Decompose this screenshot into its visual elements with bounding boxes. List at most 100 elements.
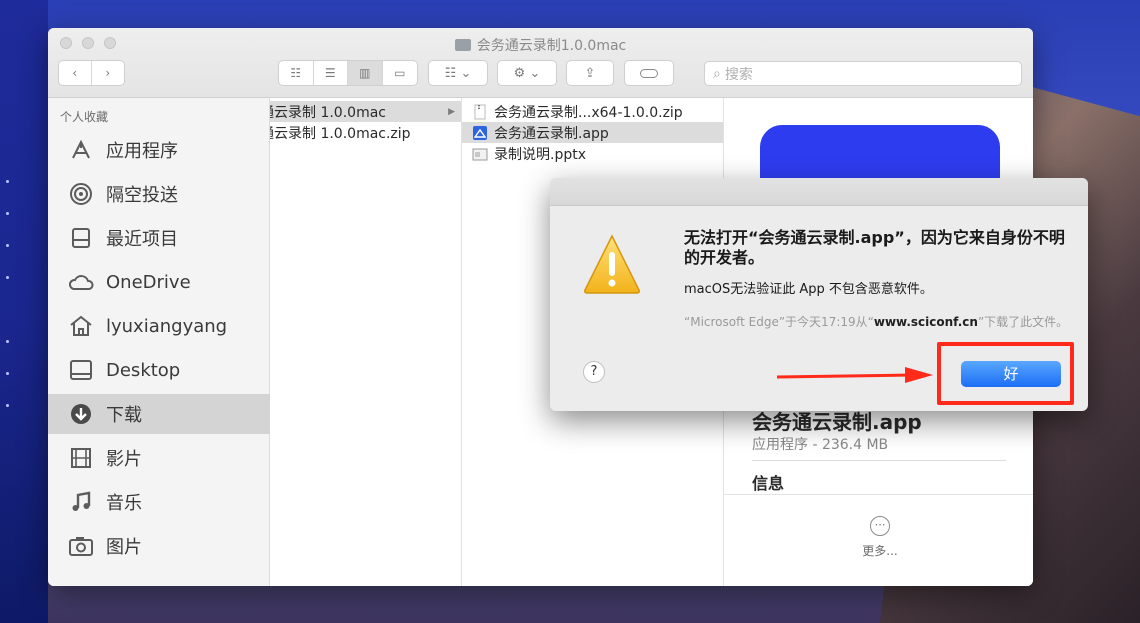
share-icon: ⇪ — [584, 65, 596, 81]
recents-icon — [68, 225, 94, 251]
airdrop-icon — [68, 181, 94, 207]
sidebar-item-label: lyuxiangyang — [106, 315, 228, 337]
ellipsis-icon: ⋯ — [870, 516, 890, 536]
search-icon: ⌕ — [713, 65, 721, 82]
sidebar-item-label: 应用程序 — [106, 141, 178, 162]
search-placeholder: 搜索 — [724, 66, 753, 83]
desktop-icon — [68, 357, 94, 383]
more-button[interactable]: ⋯ 更多... — [860, 516, 900, 562]
group-button[interactable]: ☷ ⌄ — [428, 60, 488, 86]
list-item[interactable]: 会务通云录制...x64-1.0.0.zip — [462, 101, 723, 122]
column-view-button[interactable]: ▥ — [348, 61, 383, 85]
back-forward-group: ‹ › — [58, 60, 125, 86]
alert-source-note: “Microsoft Edge”于今天17:19从“www.sciconf.cn… — [684, 313, 1080, 331]
alert-source-suffix: ”下载了此文件。 — [977, 315, 1069, 329]
finder-toolbar: 会务通云录制1.0.0mac ‹ › ☷ ☰ ▥ ▭ ☷ ⌄ ⚙ ⌄ ⇪ ⌕ 搜… — [48, 28, 1033, 98]
grid-icon: ☷ — [444, 65, 457, 81]
window-title-text: 会务通云录制1.0.0mac — [476, 38, 627, 54]
sidebar: 个人收藏 应用程序 隔空投送 最近项目 OneDrive lyuxiangyan… — [48, 98, 270, 586]
pptx-icon — [472, 148, 488, 160]
sidebar-item-onedrive[interactable]: OneDrive — [48, 262, 270, 302]
sidebar-heading: 个人收藏 — [60, 110, 109, 124]
sidebar-item-label: 图片 — [106, 537, 142, 558]
annotation-arrow — [776, 367, 933, 383]
help-button[interactable]: ? — [583, 361, 605, 383]
chevron-down-icon: ⌄ — [460, 65, 472, 81]
sidebar-item-airdrop[interactable]: 隔空投送 — [48, 174, 270, 214]
sidebar-item-home[interactable]: lyuxiangyang — [48, 306, 270, 346]
annotation-highlight-box — [937, 342, 1074, 405]
browser-column-1: 通云录制 1.0.0mac ▶ 通云录制 1.0.0mac.zip — [270, 98, 462, 586]
list-item-label: 会务通云录制...x64-1.0.0.zip — [494, 104, 683, 121]
desktop-dot — [6, 212, 9, 215]
list-item-label: 通云录制 1.0.0mac.zip — [270, 125, 411, 142]
alert-source-prefix: “Microsoft Edge”于今天17:19从“ — [684, 315, 874, 329]
cloud-icon — [68, 269, 94, 295]
downloads-icon — [68, 401, 94, 427]
tags-button[interactable] — [624, 60, 674, 86]
sidebar-item-label: 音乐 — [106, 493, 142, 514]
movies-icon — [68, 445, 94, 471]
list-view-button[interactable]: ☰ — [314, 61, 348, 85]
chevron-left-icon: ‹ — [72, 66, 78, 80]
list-icon: ☰ — [324, 66, 336, 80]
chevron-down-icon: ⌄ — [529, 65, 541, 81]
zip-icon — [474, 104, 486, 119]
alert-message: macOS无法验证此 App 不包含恶意软件。 — [684, 282, 933, 297]
list-item-label: 录制说明.pptx — [494, 146, 586, 163]
sidebar-item-recents[interactable]: 最近项目 — [48, 218, 270, 258]
list-item[interactable]: 通云录制 1.0.0mac.zip — [270, 122, 461, 143]
alert-source-host: www.sciconf.cn — [873, 315, 978, 329]
preview-file-kind: 应用程序 - 236.4 MB — [752, 437, 889, 453]
sidebar-item-label: 影片 — [106, 449, 142, 470]
sidebar-item-label: 隔空投送 — [106, 185, 178, 206]
gear-icon: ⚙ — [513, 65, 526, 81]
sidebar-item-applications[interactable]: 应用程序 — [48, 130, 270, 170]
sidebar-item-pictures[interactable]: 图片 — [48, 526, 270, 566]
desktop-dot — [6, 340, 9, 343]
warning-icon — [584, 234, 640, 294]
list-item-label: 通云录制 1.0.0mac — [270, 104, 386, 121]
alert-titlebar — [550, 178, 1088, 206]
sidebar-item-label: 下载 — [106, 405, 142, 426]
sidebar-item-music[interactable]: 音乐 — [48, 482, 270, 522]
window-title: 会务通云录制1.0.0mac — [48, 35, 1033, 55]
gallery-icon: ▭ — [394, 66, 406, 80]
grid-icon: ☷ — [290, 66, 302, 80]
sidebar-item-label: Desktop — [106, 359, 181, 381]
back-button[interactable]: ‹ — [59, 61, 92, 85]
applications-icon — [68, 137, 94, 163]
list-item[interactable]: 通云录制 1.0.0mac ▶ — [270, 101, 461, 122]
music-icon — [68, 489, 94, 515]
sidebar-item-desktop[interactable]: Desktop — [48, 350, 270, 390]
home-icon — [68, 313, 94, 339]
forward-button[interactable]: › — [92, 61, 125, 85]
desktop-dot — [6, 244, 9, 247]
folder-icon — [454, 39, 471, 51]
divider — [724, 494, 1033, 495]
desktop-dot — [6, 276, 9, 279]
list-item[interactable]: 会务通云录制.app — [462, 122, 723, 143]
sidebar-item-label: 最近项目 — [106, 229, 178, 250]
sidebar-item-label: OneDrive — [106, 271, 191, 293]
desktop-wallpaper-left — [0, 0, 48, 623]
desktop-dot — [6, 372, 9, 375]
divider — [752, 460, 1006, 461]
search-input[interactable]: ⌕ 搜索 — [704, 61, 1022, 86]
icon-view-button[interactable]: ☷ — [279, 61, 314, 85]
share-button[interactable]: ⇪ — [566, 60, 614, 86]
alert-title: 无法打开“会务通云录制.app”，因为它来自身份不明的开发者。 — [684, 228, 1065, 267]
list-item-label: 会务通云录制.app — [494, 125, 609, 142]
pictures-icon — [68, 533, 94, 559]
chevron-right-icon: ▶ — [448, 106, 455, 117]
preview-info-heading: 信息 — [752, 474, 785, 493]
app-icon — [473, 125, 487, 140]
list-item[interactable]: 录制说明.pptx — [462, 143, 723, 164]
desktop-dot — [6, 404, 9, 407]
sidebar-item-downloads[interactable]: 下载 — [48, 394, 270, 434]
sidebar-item-movies[interactable]: 影片 — [48, 438, 270, 478]
chevron-right-icon: › — [105, 66, 111, 80]
columns-icon: ▥ — [359, 66, 371, 80]
action-button[interactable]: ⚙ ⌄ — [497, 60, 557, 86]
gallery-view-button[interactable]: ▭ — [383, 61, 417, 85]
